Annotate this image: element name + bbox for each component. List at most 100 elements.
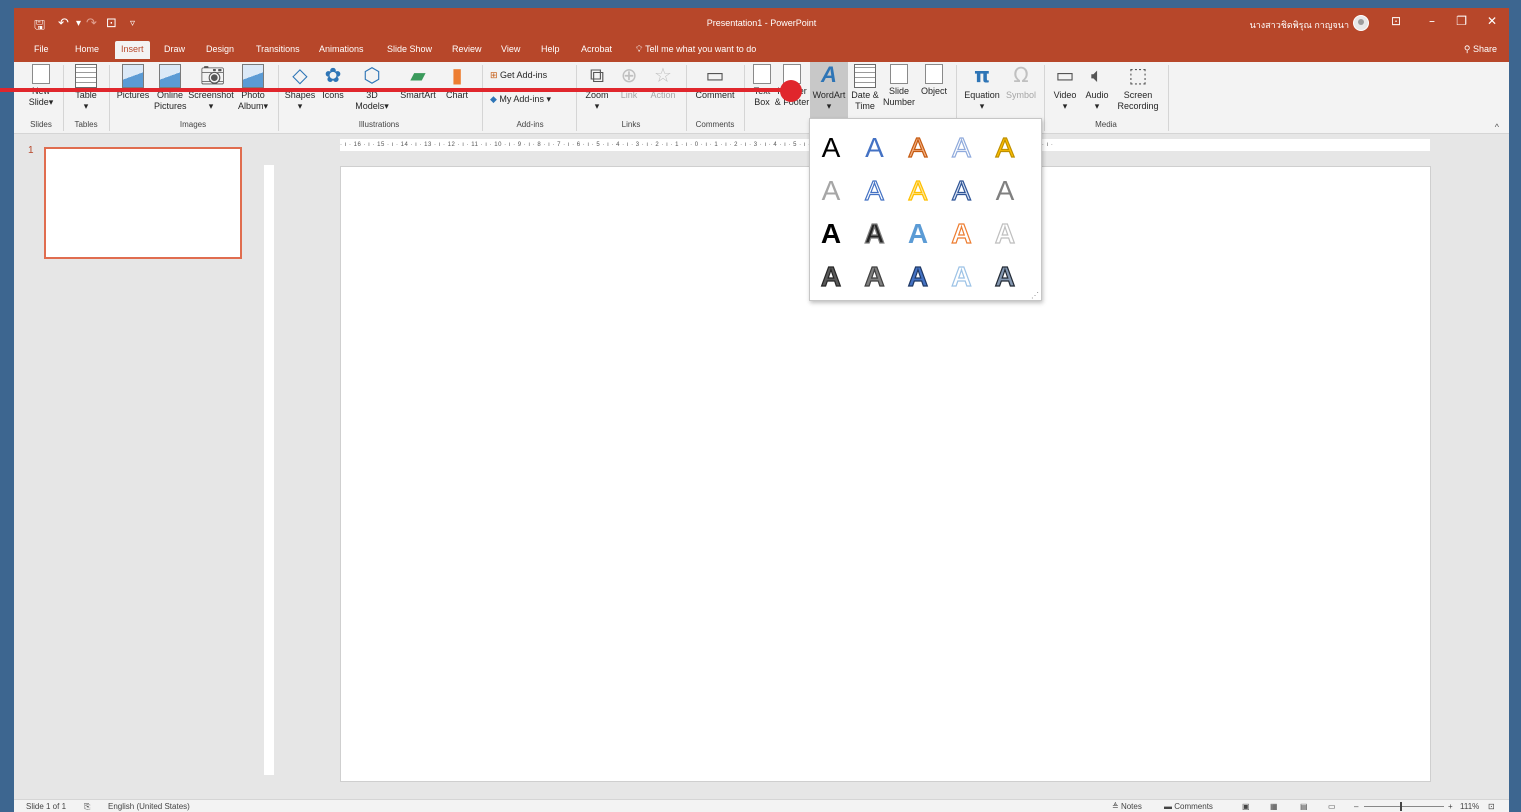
comment-icon: ▭ xyxy=(705,63,725,87)
object-icon xyxy=(925,64,943,84)
wordart-style-5[interactable]: A xyxy=(995,131,1015,163)
comment-button[interactable]: ▭ Comment xyxy=(692,64,738,101)
user-name[interactable]: นางสาวชิดพิรุณ กาญจนา xyxy=(1250,18,1349,32)
comments-label: Comments xyxy=(1174,802,1213,811)
restore-icon[interactable]: ❐ xyxy=(1456,14,1467,28)
wordart-style-18[interactable]: A xyxy=(907,260,928,292)
zoom-slider[interactable] xyxy=(1364,806,1444,807)
tab-file[interactable]: File xyxy=(34,44,49,54)
slide-thumbnail[interactable] xyxy=(44,147,242,259)
pictures-icon xyxy=(122,64,144,88)
wordart-style-19[interactable]: A xyxy=(951,260,972,292)
get-add-ins-label: Get Add-ins xyxy=(500,70,548,80)
tab-draw[interactable]: Draw xyxy=(164,44,185,54)
text-box-icon xyxy=(753,64,771,84)
tab-home[interactable]: Home xyxy=(75,44,99,54)
minimize-icon[interactable]: – xyxy=(1429,14,1435,28)
tab-review[interactable]: Review xyxy=(452,44,482,54)
tell-me-search[interactable]: 💡︎ Tell me what you want to do xyxy=(636,44,756,55)
tab-design[interactable]: Design xyxy=(206,44,234,54)
tab-slide-show[interactable]: Slide Show xyxy=(387,44,432,54)
text-box-button[interactable]: Text Box xyxy=(750,64,774,108)
tab-transitions[interactable]: Transitions xyxy=(256,44,300,54)
slide-number-label2: Number xyxy=(882,97,915,107)
ribbon-display-options-icon[interactable]: ⊡ xyxy=(1391,14,1401,28)
text-box-label2: Box xyxy=(754,97,770,107)
comments-button[interactable]: ▬ Comments xyxy=(1164,802,1213,811)
screen-recording-label2: Recording xyxy=(1117,101,1159,111)
smartart-button[interactable]: ▰ SmartArt xyxy=(398,64,438,101)
wordart-style-16[interactable]: A xyxy=(820,260,841,292)
date-time-button[interactable]: Date & Time xyxy=(850,64,880,112)
my-add-ins-button[interactable]: ◆ My Add-ins ▾ xyxy=(490,94,551,105)
zoom-slider-thumb[interactable] xyxy=(1400,802,1402,811)
pictures-button[interactable]: Pictures xyxy=(116,64,150,101)
chart-button[interactable]: ▮ Chart xyxy=(442,64,472,101)
separator xyxy=(278,65,279,131)
zoom-out-button[interactable]: – xyxy=(1354,802,1358,811)
slide-number-button[interactable]: Slide Number xyxy=(882,64,916,108)
slide-sorter-icon[interactable]: ▦ xyxy=(1270,802,1278,811)
tab-help[interactable]: Help xyxy=(541,44,560,54)
object-button[interactable]: Object xyxy=(918,64,950,97)
close-icon[interactable]: ✕ xyxy=(1487,14,1497,28)
zoom-in-button[interactable]: + xyxy=(1448,802,1453,811)
separator xyxy=(686,65,687,131)
wordart-style-20[interactable]: A xyxy=(994,260,1015,292)
slide-number-icon xyxy=(890,64,908,84)
wordart-style-2[interactable]: A xyxy=(865,132,884,163)
symbol-button[interactable]: Ω Symbol xyxy=(1004,64,1038,101)
new-slide-button[interactable]: New Slide▾ xyxy=(28,64,54,108)
wordart-style-17[interactable]: A xyxy=(864,260,885,292)
get-add-ins-button[interactable]: ⊞ Get Add-ins xyxy=(490,70,547,81)
reading-view-icon[interactable]: ▤ xyxy=(1300,802,1308,811)
icons-button[interactable]: ✿ Icons xyxy=(319,64,347,101)
object-label: Object xyxy=(920,86,947,96)
wordart-style-13[interactable]: A xyxy=(908,218,928,249)
share-button[interactable]: ⚲ Share xyxy=(1464,44,1497,55)
video-button[interactable]: ▭ Video ▾ xyxy=(1050,64,1080,112)
resize-grip-icon[interactable]: ⋰ xyxy=(1031,291,1039,300)
annotation-dot xyxy=(780,80,802,102)
annotation-line xyxy=(0,88,792,92)
notes-button[interactable]: ≜ Notes xyxy=(1112,802,1142,811)
wordart-style-7[interactable]: A xyxy=(865,174,885,206)
wordart-style-10[interactable]: A xyxy=(996,175,1015,206)
slideshow-icon[interactable]: ▭ xyxy=(1328,802,1336,811)
language[interactable]: English (United States) xyxy=(108,802,190,811)
fit-slide-icon[interactable]: ⊡ xyxy=(1488,802,1495,811)
avatar[interactable] xyxy=(1353,15,1369,31)
tab-view[interactable]: View xyxy=(501,44,520,54)
zoom-level[interactable]: 111% xyxy=(1460,802,1479,811)
screen-recording-button[interactable]: ⬚ Screen Recording xyxy=(1114,64,1162,112)
online-pictures-label2: Pictures xyxy=(154,101,187,111)
tab-insert[interactable]: Insert xyxy=(115,41,150,59)
spellcheck-icon[interactable]: ⎘ xyxy=(84,802,90,812)
wordart-style-8[interactable]: A xyxy=(908,174,928,206)
wordart-style-15[interactable]: A xyxy=(994,217,1015,249)
action-button[interactable]: ☆ Action xyxy=(646,64,680,101)
wordart-style-9[interactable]: A xyxy=(952,174,972,206)
wordart-style-4[interactable]: A xyxy=(952,131,972,163)
equation-button[interactable]: π Equation ▾ xyxy=(962,64,1002,112)
wordart-style-11[interactable]: A xyxy=(821,218,841,249)
wordart-style-6[interactable]: A xyxy=(822,175,841,206)
status-bar: Slide 1 of 1 ⎘ English (United States) ≜… xyxy=(14,799,1509,812)
link-button[interactable]: ⊕ Link xyxy=(616,64,642,101)
group-media-label: Media xyxy=(1095,120,1117,129)
screen-recording-label: Screen xyxy=(1123,90,1153,100)
frame-top-edge xyxy=(0,0,1521,8)
audio-label: Audio xyxy=(1085,90,1109,100)
wordart-style-3[interactable]: A xyxy=(908,131,928,163)
tab-acrobat[interactable]: Acrobat xyxy=(581,44,612,54)
zoom-icon: ⧉ xyxy=(589,63,605,87)
photo-album-icon xyxy=(242,64,264,88)
wordart-style-1[interactable]: A xyxy=(822,132,841,163)
normal-view-icon[interactable]: ▣ xyxy=(1242,802,1250,811)
collapse-ribbon-icon[interactable]: ^ xyxy=(1495,122,1499,132)
tab-animations[interactable]: Animations xyxy=(319,44,364,54)
wordart-style-12[interactable]: A xyxy=(864,217,885,249)
group-add-ins-label: Add-ins xyxy=(516,120,544,129)
wordart-style-14[interactable]: A xyxy=(951,217,972,249)
audio-button[interactable]: 🔈︎ Audio ▾ xyxy=(1082,64,1112,112)
